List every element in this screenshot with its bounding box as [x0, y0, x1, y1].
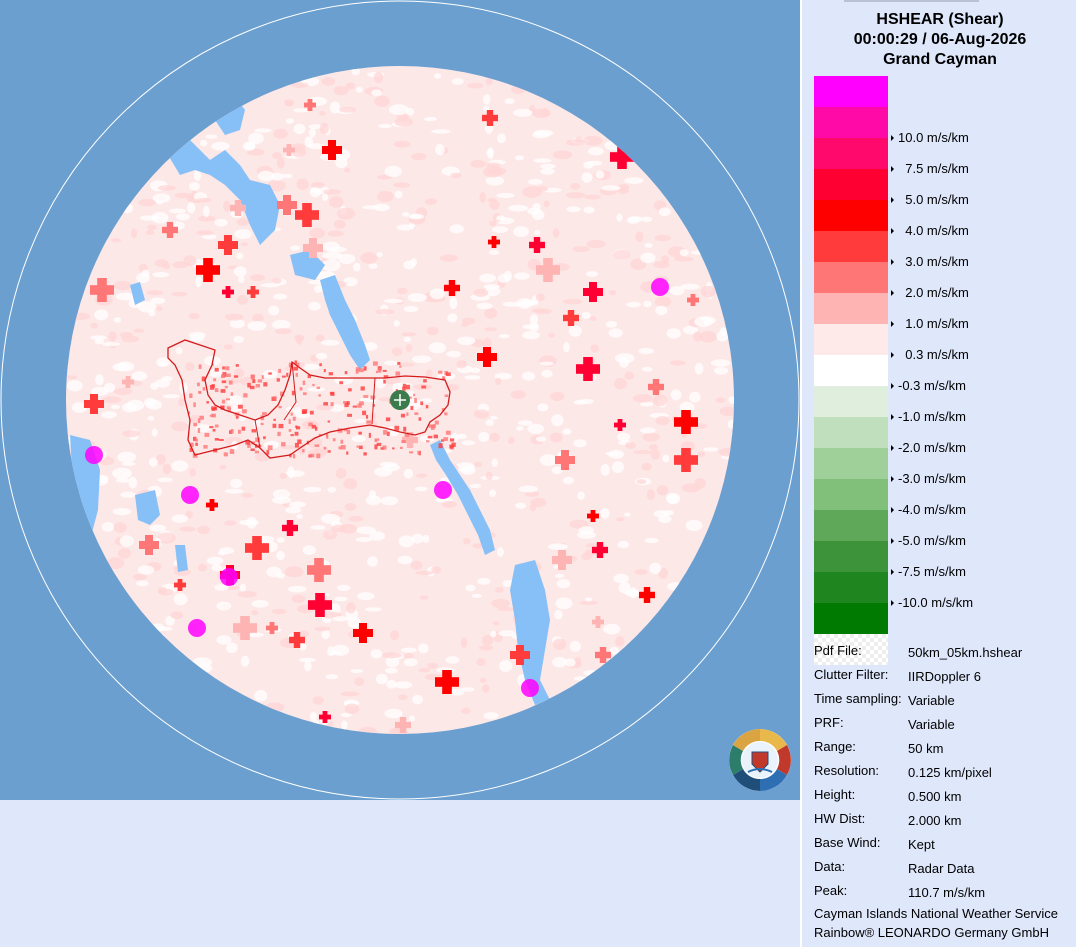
info-value: 50 km [908, 741, 944, 756]
legend-tick-icon [891, 352, 894, 358]
info-value: IIRDoppler 6 [908, 669, 981, 684]
info-value: Radar Data [908, 861, 975, 876]
legend-label: -5.0 m/s/km [898, 533, 966, 548]
legend-label: -1.0 m/s/km [898, 409, 966, 424]
info-key: Clutter Filter: [814, 667, 889, 682]
info-key: Base Wind: [814, 835, 881, 850]
legend-tick-icon [891, 197, 894, 203]
legend-swatch [814, 572, 888, 603]
product-datetime: 00:00:29 / 06-Aug-2026 [853, 31, 1027, 48]
legend-tick-icon [891, 538, 894, 544]
legend-tick-icon [891, 445, 894, 451]
legend-tick-icon [891, 383, 894, 389]
legend-swatch [814, 107, 888, 138]
legend-tick-icon [891, 166, 894, 172]
info-value: 0.500 km [908, 789, 962, 804]
radar-map-svg [0, 0, 800, 800]
legend-tick-icon [891, 259, 894, 265]
credit-line-2: Rainbow® LEONARDO Germany GmbH [814, 925, 1049, 940]
legend-swatch [814, 479, 888, 510]
panel-header: HSHEAR (Shear) 00:00:29 / 06-Aug-2026 Gr… [802, 10, 1076, 70]
info-key: Data: [814, 859, 846, 874]
legend-swatch [814, 510, 888, 541]
legend-label: -10.0 m/s/km [898, 595, 974, 610]
legend-label: 1.0 m/s/km [898, 316, 969, 331]
credit-line-1: Cayman Islands National Weather Service [814, 906, 1058, 921]
legend-label: 4.0 m/s/km [898, 223, 969, 238]
legend-swatch [814, 138, 888, 169]
legend-tick-icon [891, 600, 894, 606]
info-value: 0.125 km/pixel [908, 765, 992, 780]
legend-swatch [814, 293, 888, 324]
legend-swatch [814, 200, 888, 231]
legend-label: -3.0 m/s/km [898, 471, 966, 486]
legend-swatch [814, 324, 888, 355]
legend-label: 10.0 m/s/km [898, 130, 969, 145]
info-value: 110.7 m/s/km [908, 885, 986, 900]
legend-tick-icon [891, 569, 894, 575]
legend-tick-icon [891, 228, 894, 234]
info-key: Pdf File: [814, 643, 862, 658]
info-value: Variable [908, 693, 955, 708]
site-name: Grand Cayman [883, 51, 997, 68]
legend-swatch [814, 262, 888, 293]
legend-label: 0.3 m/s/km [898, 347, 969, 362]
legend-tick-icon [891, 135, 894, 141]
legend-swatch [814, 231, 888, 262]
info-key: Peak: [814, 883, 848, 898]
info-key: HW Dist: [814, 811, 866, 826]
info-value: 2.000 km [908, 813, 962, 828]
legend-label: -2.0 m/s/km [898, 440, 966, 455]
legend-label: 2.0 m/s/km [898, 285, 969, 300]
info-value: Kept [908, 837, 935, 852]
legend-swatch [814, 386, 888, 417]
legend-swatch [814, 541, 888, 572]
info-key: Time sampling: [814, 691, 902, 706]
legend-swatch [814, 603, 888, 634]
legend-label: -7.5 m/s/km [898, 564, 966, 579]
legend-label: 3.0 m/s/km [898, 254, 969, 269]
info-value: 50km_05km.hshear [908, 645, 1023, 660]
legend-tick-icon [891, 321, 894, 327]
radar-map[interactable] [0, 0, 800, 800]
legend-swatch [814, 169, 888, 200]
info-key: Height: [814, 787, 856, 802]
legend-swatch [814, 448, 888, 479]
panel-tab-bar [844, 0, 979, 2]
legend-swatch [814, 417, 888, 448]
legend-label: 7.5 m/s/km [898, 161, 969, 176]
legend-swatch [814, 355, 888, 386]
legend-swatch [814, 76, 888, 107]
legend-label: -4.0 m/s/km [898, 502, 966, 517]
legend-label: 5.0 m/s/km [898, 192, 969, 207]
info-key: Resolution: [814, 763, 880, 778]
radar-site-crosshair-icon[interactable] [390, 390, 410, 410]
info-value: Variable [908, 717, 955, 732]
map-footer-area [0, 800, 800, 947]
cayman-islands-nws-logo [729, 729, 791, 791]
product-title: HSHEAR (Shear) [876, 11, 1004, 28]
legend-tick-icon [891, 290, 894, 296]
info-key: Range: [814, 739, 856, 754]
legend-tick-icon [891, 414, 894, 420]
legend-label: -0.3 m/s/km [898, 378, 966, 393]
info-panel: HSHEAR (Shear) 00:00:29 / 06-Aug-2026 Gr… [800, 0, 1076, 947]
info-key: PRF: [814, 715, 844, 730]
legend-tick-icon [891, 507, 894, 513]
legend-tick-icon [891, 476, 894, 482]
